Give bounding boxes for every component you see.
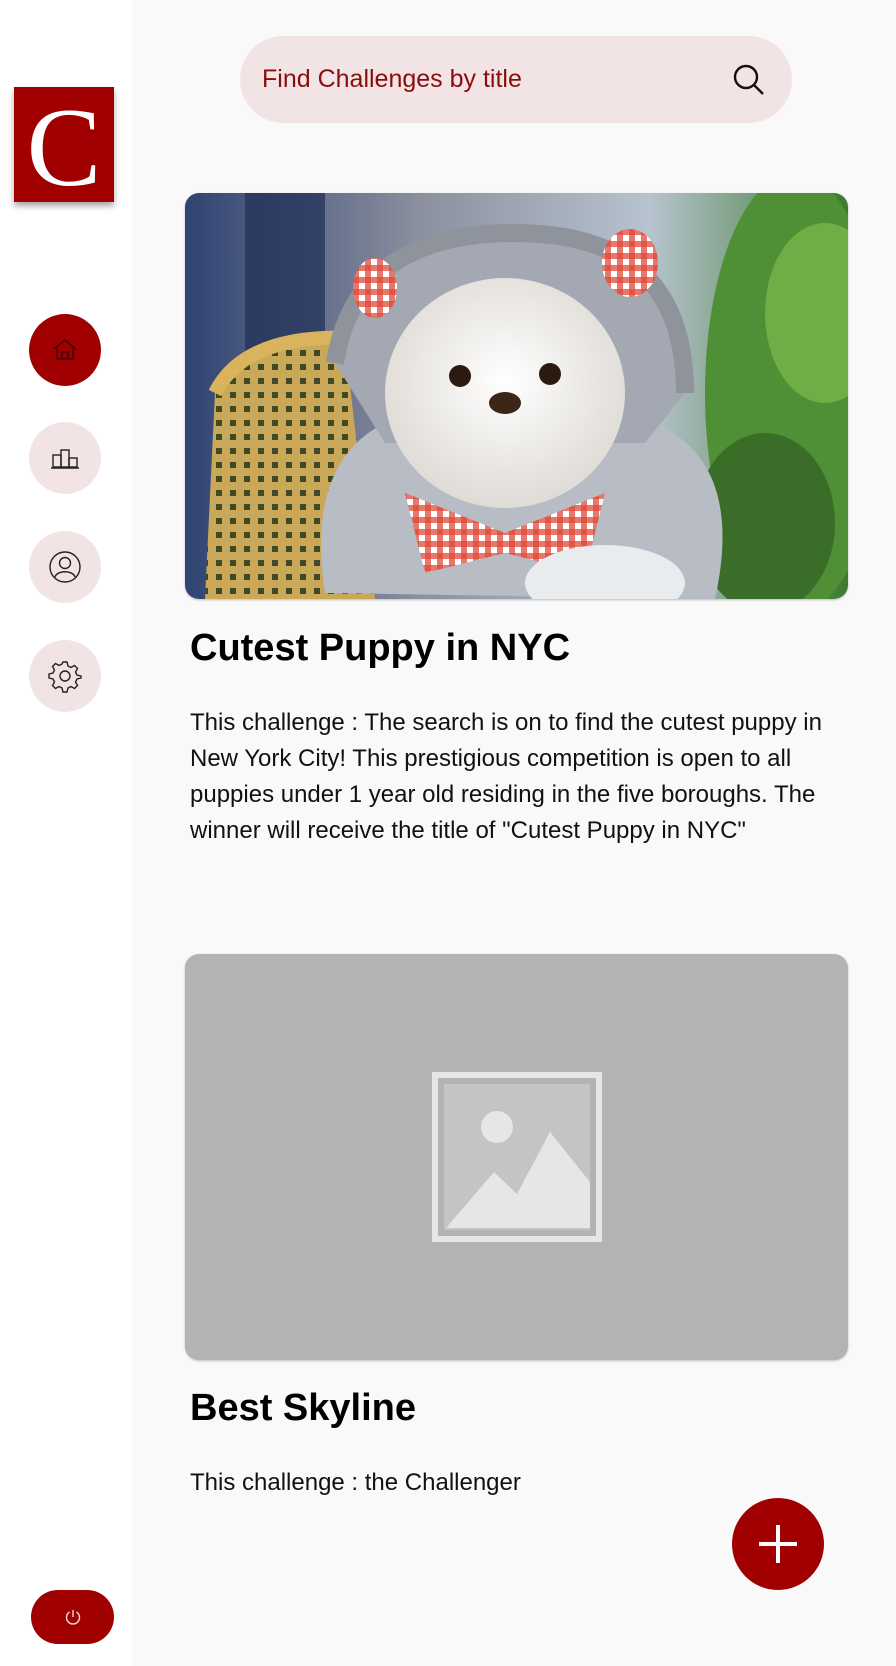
app-logo[interactable]: C [14, 85, 114, 210]
sidebar-item-settings[interactable] [29, 640, 101, 712]
challenge-image[interactable] [185, 954, 848, 1360]
sidebar: C [0, 0, 132, 1666]
challenge-image[interactable] [185, 193, 848, 599]
sidebar-item-profile[interactable] [29, 531, 101, 603]
add-challenge-button[interactable] [732, 1498, 824, 1590]
home-icon [53, 339, 77, 360]
challenge-description: This challenge : The search is on to fin… [190, 709, 822, 844]
logout-button[interactable] [31, 1590, 114, 1644]
challenge-description: This challenge : the Challenger [190, 1469, 521, 1496]
podium-icon [51, 449, 79, 469]
sidebar-item-home[interactable] [29, 314, 101, 386]
challenge-title[interactable]: Best Skyline [190, 1387, 416, 1430]
search-bar[interactable] [240, 36, 792, 123]
search-icon[interactable] [730, 61, 768, 99]
search-input[interactable] [262, 65, 730, 94]
gear-icon [48, 661, 82, 693]
user-icon [49, 551, 81, 583]
logo-letter: C [26, 85, 102, 210]
challenge-title[interactable]: Cutest Puppy in NYC [190, 627, 570, 670]
puppy-photo [185, 193, 848, 599]
sidebar-item-leaderboard[interactable] [29, 422, 101, 494]
plus-icon [759, 1525, 797, 1563]
power-icon [65, 1610, 80, 1625]
image-placeholder-icon [431, 1072, 602, 1242]
